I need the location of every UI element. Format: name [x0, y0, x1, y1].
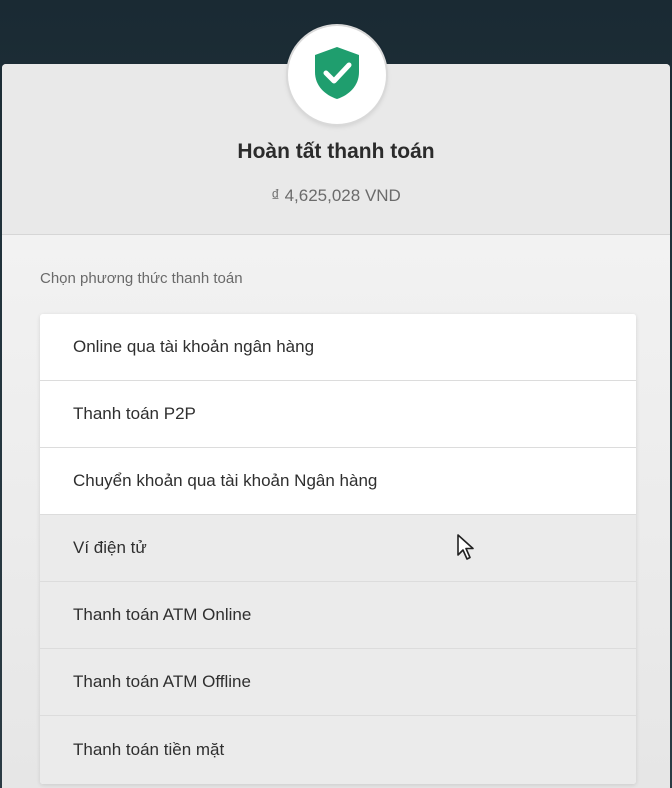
method-label: Chuyển khoản qua tài khoản Ngân hàng — [73, 471, 378, 490]
payment-amount: ₫ 4,625,028 VND — [271, 186, 401, 205]
method-label: Online qua tài khoản ngân hàng — [73, 337, 315, 356]
mouse-pointer-icon — [456, 533, 476, 561]
success-badge — [288, 26, 386, 124]
method-label: Ví điện tử — [73, 538, 147, 557]
method-atm-offline[interactable]: Thanh toán ATM Offline — [40, 649, 636, 716]
method-e-wallet[interactable]: Ví điện tử — [40, 515, 636, 582]
payment-method-label: Chọn phương thức thanh toán — [40, 270, 243, 287]
method-p2p[interactable]: Thanh toán P2P — [40, 381, 636, 448]
method-label: Thanh toán ATM Online — [73, 605, 252, 624]
method-atm-online[interactable]: Thanh toán ATM Online — [40, 582, 636, 649]
shield-check-icon — [311, 45, 363, 106]
page-title: Hoàn tất thanh toán — [237, 140, 435, 163]
method-online-bank[interactable]: Online qua tài khoản ngân hàng — [40, 314, 636, 381]
method-bank-transfer[interactable]: Chuyển khoản qua tài khoản Ngân hàng — [40, 448, 636, 515]
method-label: Thanh toán ATM Offline — [73, 672, 251, 691]
method-cash[interactable]: Thanh toán tiền mặt — [40, 716, 636, 784]
method-label: Thanh toán tiền mặt — [73, 740, 225, 759]
payment-method-list: Online qua tài khoản ngân hàng Thanh toá… — [40, 314, 636, 784]
method-label: Thanh toán P2P — [73, 404, 196, 423]
